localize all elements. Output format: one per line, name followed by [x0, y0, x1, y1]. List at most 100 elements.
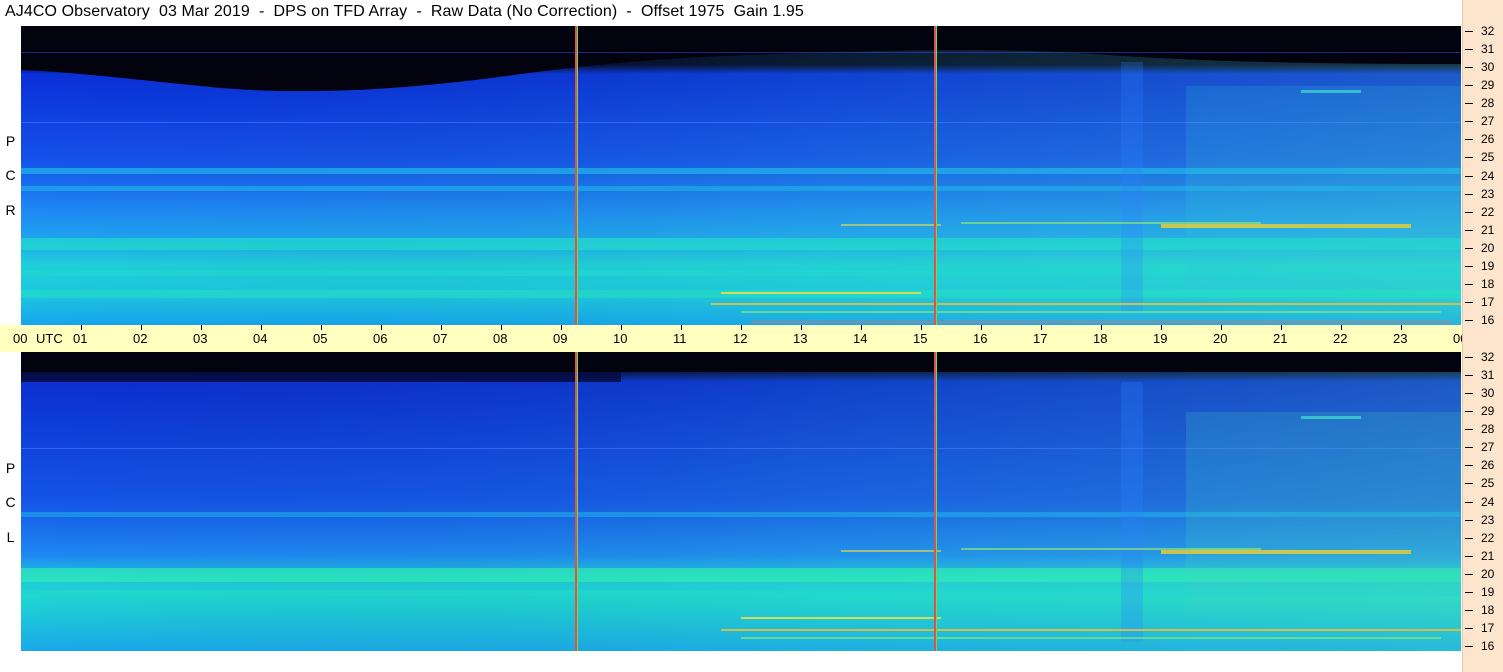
time-tick-label: 12 — [733, 331, 748, 346]
frequency-tick-label: 19 — [1481, 258, 1495, 273]
frequency-tickmark — [1465, 193, 1473, 195]
frequency-tickmark — [1465, 501, 1473, 503]
frequency-tickmark — [1465, 411, 1473, 413]
time-tickmark — [261, 325, 262, 330]
frequency-tickmark — [1465, 67, 1473, 69]
time-tick-label: 03 — [193, 331, 208, 346]
rcp-spectrogram-image — [21, 26, 1461, 325]
time-tick-label: 16 — [973, 331, 988, 346]
time-tick-label: 05 — [313, 331, 328, 346]
frequency-tickmark — [1465, 157, 1473, 159]
frequency-tickmark — [1465, 49, 1473, 51]
frequency-tick-label: 24 — [1481, 494, 1495, 509]
lcp-spectrogram-image — [21, 352, 1461, 651]
time-tickmark — [561, 325, 562, 330]
frequency-tick-label: 28 — [1481, 96, 1495, 111]
frequency-tick-label: 16 — [1481, 639, 1495, 653]
time-tickmark — [1401, 325, 1402, 330]
frequency-tick-label: 30 — [1481, 386, 1495, 401]
lcp-label-letter: P — [5, 460, 16, 476]
rcp-label-letter: P — [5, 133, 16, 149]
time-tick-label: 08 — [493, 331, 508, 346]
frequency-tick-label: 21 — [1481, 548, 1495, 563]
time-tick-label: 02 — [133, 331, 148, 346]
frequency-tickmark — [1465, 103, 1473, 105]
time-tickmark — [921, 325, 922, 330]
lcp-label-letter: C — [5, 494, 16, 510]
time-tick-label: 01 — [73, 331, 88, 346]
frequency-tick-label: 18 — [1481, 276, 1495, 291]
time-tickmark — [1341, 325, 1342, 330]
rcp-label-letter: R — [5, 202, 16, 218]
time-tickmark — [861, 325, 862, 330]
frequency-tick-label: 17 — [1481, 620, 1495, 635]
frequency-tickmark — [1465, 301, 1473, 303]
time-tick-start: 00 — [13, 331, 28, 346]
frequency-tickmark — [1465, 465, 1473, 467]
time-tick-label: 13 — [793, 331, 808, 346]
frequency-tickmark — [1465, 646, 1473, 647]
frequency-tickmark — [1465, 591, 1473, 593]
time-tickmark — [1101, 325, 1102, 330]
time-tickmark — [1161, 325, 1162, 330]
frequency-tick-label: 24 — [1481, 168, 1495, 183]
time-tickmark — [1221, 325, 1222, 330]
frequency-tickmark — [1465, 229, 1473, 231]
frequency-tick-label: 25 — [1481, 150, 1495, 165]
time-unit-label: UTC — [36, 331, 63, 346]
frequency-tickmark — [1465, 375, 1473, 377]
frequency-tick-label: 17 — [1481, 294, 1495, 309]
time-tickmark — [681, 325, 682, 330]
frequency-tick-label: 26 — [1481, 132, 1495, 147]
rcp-label-letter: C — [5, 167, 16, 183]
time-tick-label: 07 — [433, 331, 448, 346]
frequency-tickmark — [1465, 85, 1473, 87]
frequency-tickmark — [1465, 357, 1473, 358]
frequency-tickmark — [1465, 447, 1473, 449]
frequency-tick-label: 31 — [1481, 42, 1495, 57]
time-tickmark — [381, 325, 382, 330]
time-tickmark — [1041, 325, 1042, 330]
frequency-tick-label: 16 — [1481, 313, 1495, 327]
time-tickmark — [1281, 325, 1282, 330]
time-tickmark — [741, 325, 742, 330]
time-tick-label: 23 — [1393, 331, 1408, 346]
frequency-tickmark — [1465, 537, 1473, 539]
frequency-tickmark — [1465, 121, 1473, 123]
frequency-tick-label: 18 — [1481, 602, 1495, 617]
time-tick-label: 19 — [1153, 331, 1168, 346]
time-tickmark — [321, 325, 322, 330]
frequency-tickmark — [1465, 555, 1473, 557]
time-tick-label: 10 — [613, 331, 628, 346]
time-tickmark — [621, 325, 622, 330]
time-tick-label: 21 — [1273, 331, 1288, 346]
frequency-tickmark — [1465, 393, 1473, 395]
time-tick-label: 17 — [1033, 331, 1048, 346]
time-tickmark — [201, 325, 202, 330]
frequency-tickmark — [1465, 627, 1473, 629]
time-tickmark — [501, 325, 502, 330]
frequency-tickmark — [1465, 31, 1473, 32]
frequency-tickmark — [1465, 175, 1473, 177]
frequency-tick-label: 20 — [1481, 240, 1495, 255]
time-tickmark — [81, 325, 82, 330]
frequency-tick-label: 22 — [1481, 530, 1495, 545]
frequency-tickmark — [1465, 609, 1473, 611]
frequency-tick-label: 32 — [1481, 350, 1495, 364]
time-tickmark — [441, 325, 442, 330]
frequency-tick-label: 32 — [1481, 24, 1495, 38]
frequency-tick-label: 20 — [1481, 566, 1495, 581]
frequency-tick-label: 19 — [1481, 584, 1495, 599]
time-tick-label: 11 — [673, 331, 687, 346]
frequency-tickmark — [1465, 265, 1473, 267]
frequency-tick-label: 27 — [1481, 440, 1495, 455]
frequency-tick-label: 27 — [1481, 114, 1495, 129]
frequency-tick-label: 25 — [1481, 476, 1495, 491]
frequency-axis: 32 31 30 29 28 27 26 25 24 23 22 21 20 19 18 17 16 32 31 30… — [1462, 0, 1503, 672]
frequency-tick-label: 23 — [1481, 512, 1495, 527]
frequency-tick-label: 30 — [1481, 60, 1495, 75]
frequency-tick-label: 29 — [1481, 404, 1495, 419]
frequency-tick-label: 21 — [1481, 222, 1495, 237]
time-tick-label: 15 — [913, 331, 928, 346]
time-tickmark — [801, 325, 802, 330]
